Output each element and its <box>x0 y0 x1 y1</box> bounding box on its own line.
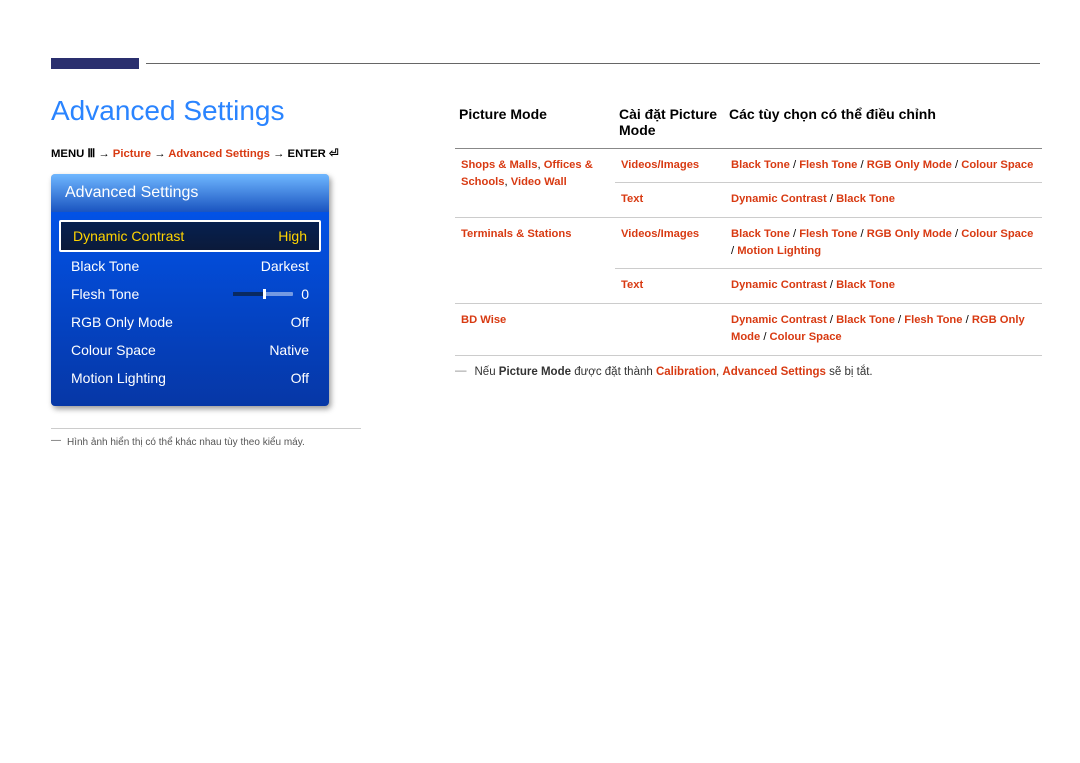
arrow-2: → <box>151 148 168 160</box>
osd-row-motion-lighting[interactable]: Motion Lighting Off <box>59 364 321 392</box>
cell-picture-setting: Videos/Images <box>615 217 725 269</box>
menu-path: MENU Ⅲ → Picture → Advanced Settings → E… <box>51 147 401 160</box>
cell-picture-mode: Terminals & Stations <box>455 217 615 303</box>
osd-label: RGB Only Mode <box>71 314 173 330</box>
cell-picture-mode: BD Wise <box>455 303 615 355</box>
osd-label: Black Tone <box>71 258 139 274</box>
menu-path-prefix: MENU <box>51 148 87 160</box>
osd-row-flesh-tone[interactable]: Flesh Tone 0 <box>59 280 321 308</box>
path-picture: Picture <box>113 148 151 160</box>
cell-picture-setting: Text <box>615 183 725 217</box>
osd-row-black-tone[interactable]: Black Tone Darkest <box>59 252 321 280</box>
table-row: BD Wise Dynamic Contrast / Black Tone / F… <box>455 303 1042 355</box>
cell-picture-setting: Videos/Images <box>615 149 725 183</box>
path-advanced: Advanced Settings <box>168 148 270 160</box>
osd-row-colour-space[interactable]: Colour Space Native <box>59 336 321 364</box>
header-divider <box>146 63 1040 64</box>
osd-label: Colour Space <box>71 342 156 358</box>
cell-picture-setting <box>615 303 725 355</box>
table-row: Shops & Malls, Offices & Schools, Video … <box>455 149 1042 183</box>
osd-body: Dynamic Contrast High Black Tone Darkest… <box>51 212 329 406</box>
osd-value: Darkest <box>261 258 309 274</box>
table-body: Shops & Malls, Offices & Schools, Video … <box>455 149 1042 356</box>
osd-label: Motion Lighting <box>71 370 166 386</box>
page-title: Advanced Settings <box>51 95 401 127</box>
footnote-dash: ― <box>51 435 61 446</box>
cell-options: Dynamic Contrast / Black Tone <box>725 269 1042 303</box>
osd-label: Flesh Tone <box>71 286 139 302</box>
path-enter: ENTER <box>288 148 329 160</box>
osd-value: 0 <box>301 286 309 302</box>
enter-icon: ⏎ <box>329 148 338 160</box>
bottom-note: ― Nếu Picture Mode được đặt thành Calibr… <box>455 366 1042 378</box>
footnote: ― Hình ảnh hiển thị có thể khác nhau tùy… <box>51 437 401 448</box>
cell-options: Dynamic Contrast / Black Tone <box>725 183 1042 217</box>
osd-row-rgb-only[interactable]: RGB Only Mode Off <box>59 308 321 336</box>
osd-value: Off <box>291 370 309 386</box>
th-options: Các tùy chọn có thể điều chỉnh <box>725 100 1042 149</box>
osd-value: Native <box>269 342 309 358</box>
arrow-3: → <box>270 148 288 160</box>
th-picture-mode: Picture Mode <box>455 100 615 149</box>
th-picture-setting: Cài đặt Picture Mode <box>615 100 725 149</box>
cell-picture-setting: Text <box>615 269 725 303</box>
osd-value-slider: 0 <box>233 286 309 302</box>
flesh-tone-slider[interactable] <box>233 292 293 296</box>
table-row: Terminals & StationsVideos/ImagesBlack T… <box>455 217 1042 269</box>
footnote-divider <box>51 428 361 429</box>
note-text: Nếu Picture Mode được đặt thành Calibrat… <box>475 366 873 378</box>
cell-options: Dynamic Contrast / Black Tone / Flesh To… <box>725 303 1042 355</box>
options-table: Picture Mode Cài đặt Picture Mode Các tù… <box>455 100 1042 356</box>
left-column: Advanced Settings MENU Ⅲ → Picture → Adv… <box>51 95 401 448</box>
osd-value: Off <box>291 314 309 330</box>
cell-options: Black Tone / Flesh Tone / RGB Only Mode … <box>725 217 1042 269</box>
right-column: Picture Mode Cài đặt Picture Mode Các tù… <box>455 100 1042 378</box>
header-accent-bar <box>51 58 139 69</box>
note-dash: ― <box>455 365 467 377</box>
cell-options: Black Tone / Flesh Tone / RGB Only Mode … <box>725 149 1042 183</box>
osd-panel: Advanced Settings Dynamic Contrast High … <box>51 174 329 406</box>
arrow-1: → <box>95 148 113 160</box>
osd-value: High <box>278 228 307 244</box>
cell-picture-mode: Shops & Malls, Offices & Schools, Video … <box>455 149 615 218</box>
footnote-text: Hình ảnh hiển thị có thể khác nhau tùy t… <box>67 437 305 448</box>
osd-row-dynamic-contrast[interactable]: Dynamic Contrast High <box>59 220 321 252</box>
osd-header: Advanced Settings <box>51 174 329 212</box>
osd-label: Dynamic Contrast <box>73 228 184 244</box>
